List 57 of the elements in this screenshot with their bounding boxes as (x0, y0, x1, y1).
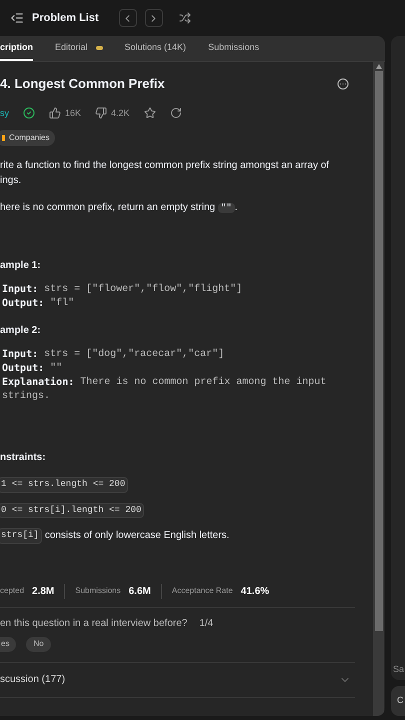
interview-count: 1/4 (199, 616, 214, 630)
description-text: rite a function to find the longest common prefix string amongst an array of (0, 160, 330, 171)
example-title: ample 1: (0, 259, 42, 273)
stat-label: cepted (0, 585, 24, 597)
example-label: Output: (2, 362, 44, 376)
stat-value: 6.6M (128, 584, 151, 598)
example-label: Output: (2, 297, 44, 311)
more-icon[interactable] (337, 78, 349, 90)
stat-value: 41.6% (240, 584, 270, 598)
tab[interactable]: Submissions (208, 36, 260, 61)
side-panel-text: Sa (393, 662, 404, 676)
problem-list-title[interactable]: Problem List (32, 10, 99, 26)
description-punctuation: . (234, 202, 238, 213)
example-label: Explanation: (2, 376, 74, 390)
example-value: "" (50, 362, 62, 376)
stat-label: Acceptance Rate (172, 585, 233, 597)
description-text: ings. (0, 175, 22, 186)
answer-button[interactable]: No (26, 636, 51, 652)
discussion-label[interactable]: scussion (177) (0, 672, 66, 687)
difficulty-label: sy (0, 106, 9, 120)
share-icon[interactable] (170, 107, 182, 120)
example-value: strs = ["dog","racecar","car"] (44, 348, 224, 362)
example-value: There is no common prefix among the input (80, 376, 326, 390)
example-label: Input: (2, 348, 38, 362)
example-value: strings. (2, 390, 50, 404)
problem-title: 4. Longest Common Prefix (0, 75, 165, 93)
constraint-code: 0 <= strs[i].length <= 200 (0, 502, 144, 518)
previous-button[interactable] (118, 9, 137, 27)
constraint-code: 1 <= strs.length <= 200 (0, 477, 128, 492)
dislike-icon[interactable] (95, 107, 108, 120)
constraint-code: strs[i] (0, 528, 42, 544)
scroll-up-icon[interactable] (376, 64, 382, 69)
example-value: "fl" (50, 297, 74, 311)
example-title: ample 2: (0, 324, 42, 338)
stat-value: 2.8M (32, 584, 54, 598)
like-icon[interactable] (49, 107, 61, 120)
tab[interactable]: cription (0, 36, 33, 61)
inline-code: "" (218, 203, 235, 213)
scrollbar[interactable] (373, 62, 384, 716)
constraint-text: consists of only lowercase English letters. (44, 529, 230, 544)
tab[interactable]: Editorial (55, 36, 103, 61)
stat-label: Submissions (75, 585, 121, 597)
example-label: Input: (2, 283, 38, 297)
like-count: 16K (65, 106, 82, 120)
tab[interactable]: Solutions (14K) (124, 36, 186, 61)
description-text: here is no common prefix, return an empty string (0, 202, 216, 213)
interview-question: en this question in a real interview before? (0, 616, 188, 630)
problem-list-icon[interactable] (10, 11, 24, 25)
star-icon[interactable] (144, 107, 156, 120)
answer-button[interactable]: es (0, 636, 16, 652)
companies-tag[interactable]: Companies (0, 130, 56, 146)
shuffle-icon[interactable] (178, 12, 191, 24)
side-button[interactable]: C (391, 686, 405, 716)
constraints-title: nstraints: (0, 451, 47, 465)
next-button[interactable] (144, 9, 163, 27)
example-value: strs = ["flower","flow","flight"] (44, 283, 242, 297)
dislike-count: 4.2K (111, 106, 130, 120)
